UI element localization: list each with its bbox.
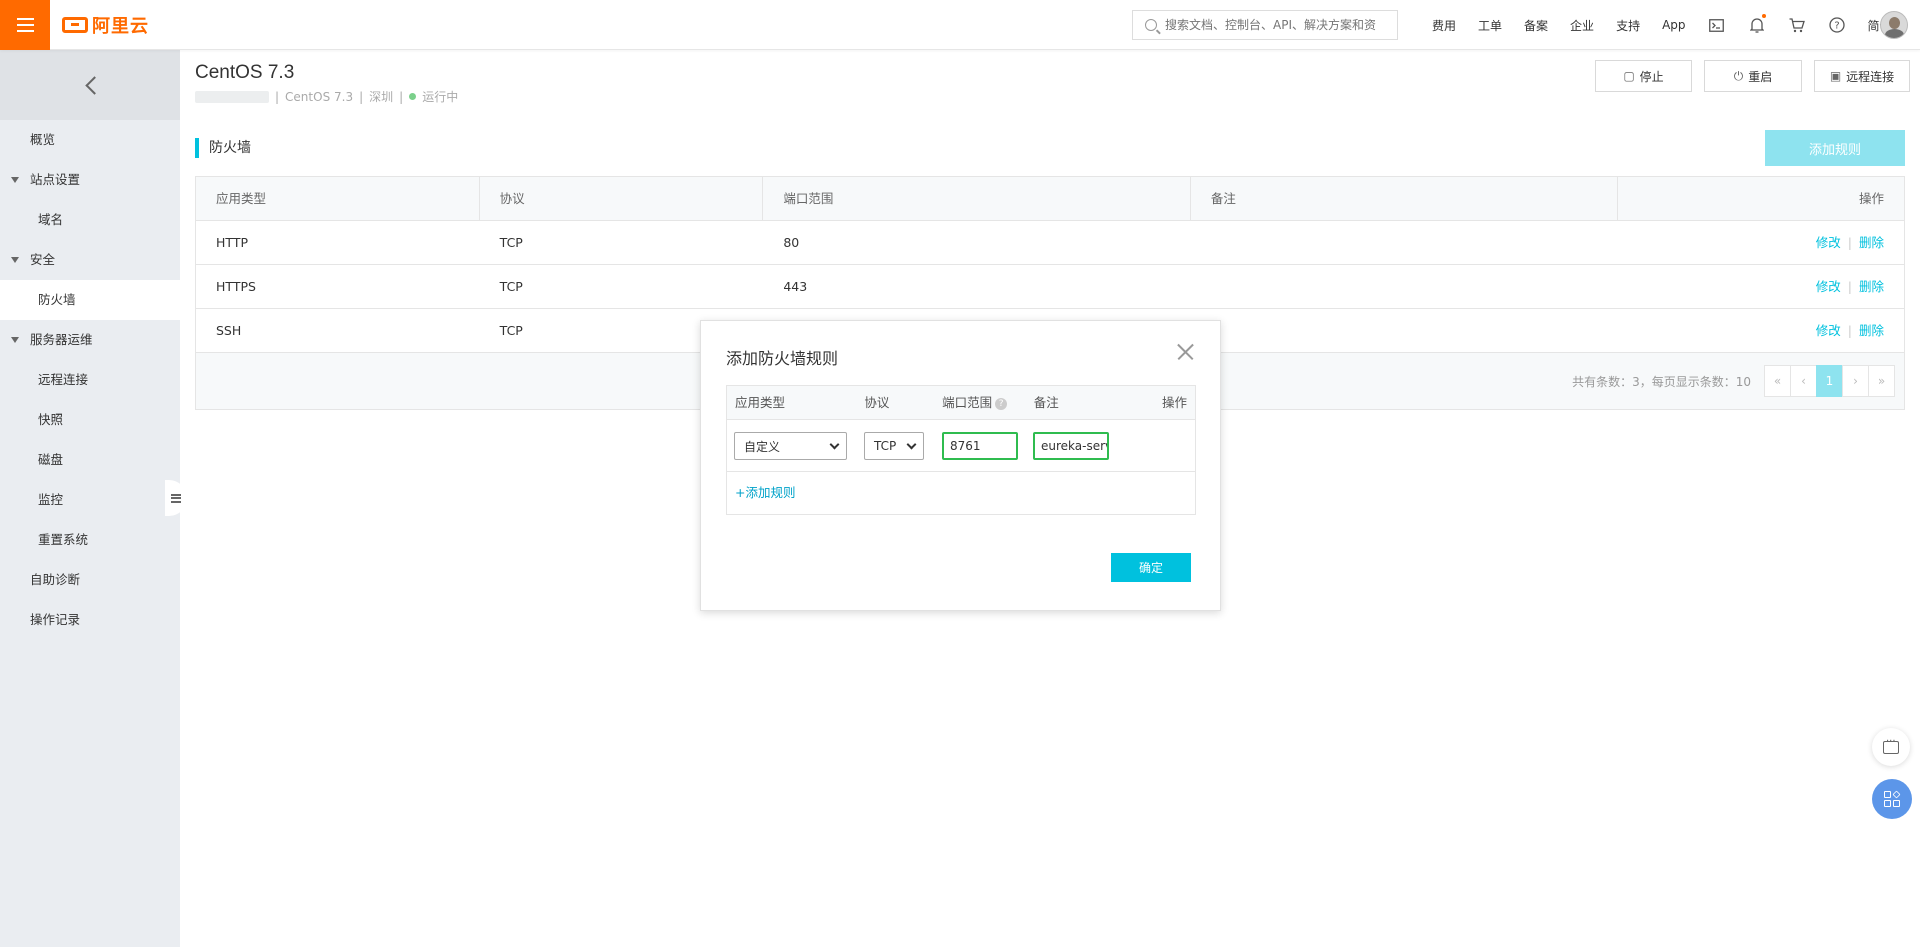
chevron-down-icon: [829, 439, 840, 450]
restart-button[interactable]: ⏻ 重启: [1704, 60, 1802, 92]
nav-support[interactable]: 支持: [1616, 17, 1640, 34]
aliyun-logo-icon: [62, 17, 88, 33]
stop-button[interactable]: ▢ 停止: [1595, 60, 1692, 92]
user-avatar[interactable]: [1880, 11, 1908, 39]
monitor-icon: ▣: [1829, 69, 1842, 83]
nav-filing[interactable]: 备案: [1524, 17, 1548, 34]
note-input[interactable]: eureka-serv: [1033, 432, 1109, 460]
instance-status: 运行中: [422, 90, 459, 104]
sidebar-group-security[interactable]: 安全: [0, 240, 180, 280]
page-1-button[interactable]: 1: [1816, 365, 1843, 397]
terminal-icon[interactable]: [1708, 16, 1726, 34]
prev-page-button[interactable]: ‹: [1790, 365, 1817, 397]
chevron-down-icon: [906, 439, 917, 450]
apps-grid-icon: [1884, 790, 1901, 807]
feedback-chat-button[interactable]: [1872, 728, 1910, 766]
hamburger-menu-button[interactable]: [0, 0, 50, 50]
table-row: HTTP TCP 80 修改 | 删除: [196, 221, 1904, 265]
delete-link[interactable]: 删除: [1859, 279, 1884, 294]
top-bar: 阿里云 费用 工单 备案 企业 支持 App ? 简体: [0, 0, 1920, 50]
col-note: 备注: [1191, 177, 1619, 220]
sidebar-item-reset-system[interactable]: 重置系统: [0, 520, 180, 560]
table-row: HTTPS TCP 443 修改 | 删除: [196, 265, 1904, 309]
bell-icon[interactable]: [1748, 14, 1766, 34]
app-type-select[interactable]: 自定义: [734, 432, 847, 460]
cart-icon[interactable]: [1788, 16, 1806, 34]
global-search[interactable]: [1132, 10, 1398, 40]
caret-down-icon: [11, 337, 19, 343]
help-icon[interactable]: ?: [995, 398, 1008, 410]
caret-down-icon: [11, 257, 19, 263]
notification-dot: [1761, 14, 1766, 18]
sidebar-item-self-diagnosis[interactable]: 自助诊断: [0, 560, 180, 600]
sidebar-item-remote-connect[interactable]: 远程连接: [0, 360, 180, 400]
remote-connect-button[interactable]: ▣ 远程连接: [1814, 60, 1910, 92]
col-actions: 操作: [1858, 191, 1884, 206]
search-icon: [1145, 19, 1157, 31]
logo-text: 阿里云: [92, 16, 149, 37]
sidebar-item-overview[interactable]: 概览: [0, 120, 180, 160]
sidebar-item-disk[interactable]: 磁盘: [0, 440, 180, 480]
caret-down-icon: [11, 177, 19, 183]
first-page-button[interactable]: «: [1764, 365, 1791, 397]
back-button[interactable]: [0, 50, 180, 120]
instance-ip-redacted: [195, 90, 269, 103]
add-rule-button[interactable]: 添加规则: [1765, 130, 1905, 166]
pagination-info: 共有条数：3，每页显示条数：10: [1572, 374, 1751, 389]
rule-form-header: 应用类型 协议 端口范围? 备注 操作: [727, 386, 1195, 420]
next-page-button[interactable]: ›: [1842, 365, 1869, 397]
sidebar-group-site-settings[interactable]: 站点设置: [0, 160, 180, 200]
nav-tickets[interactable]: 工单: [1478, 17, 1502, 34]
add-firewall-rule-dialog: 添加防火墙规则 应用类型 协议 端口范围? 备注 操作 自定义 TCP 8761…: [700, 320, 1221, 611]
help-icon[interactable]: ?: [1828, 16, 1846, 34]
edit-link[interactable]: 修改: [1816, 323, 1841, 338]
stop-icon: ▢: [1623, 69, 1635, 83]
confirm-button[interactable]: 确定: [1111, 553, 1191, 582]
close-icon[interactable]: [1177, 343, 1194, 360]
instance-region: 深圳: [369, 90, 394, 104]
delete-link[interactable]: 删除: [1859, 235, 1884, 250]
top-nav: 费用 工单 备案 企业 支持 App ? 简体: [1432, 0, 1914, 50]
sidebar-item-operation-log[interactable]: 操作记录: [0, 600, 180, 640]
rule-form-table: 应用类型 协议 端口范围? 备注 操作 自定义 TCP 8761 eureka-…: [726, 385, 1196, 515]
edit-link[interactable]: 修改: [1816, 279, 1841, 294]
instance-os: CentOS 7.3: [285, 89, 354, 104]
nav-enterprise[interactable]: 企业: [1570, 17, 1594, 34]
sidebar-group-server-ops[interactable]: 服务器运维: [0, 320, 180, 360]
aliyun-logo[interactable]: 阿里云: [62, 12, 149, 38]
nav-app[interactable]: App: [1662, 18, 1685, 32]
delete-link[interactable]: 删除: [1859, 323, 1884, 338]
sidebar-item-snapshot[interactable]: 快照: [0, 400, 180, 440]
edit-link[interactable]: 修改: [1816, 235, 1841, 250]
instance-title: CentOS 7.3: [195, 62, 295, 83]
instance-meta: | CentOS 7.3 | 深圳 | 运行中: [195, 88, 458, 105]
col-app-type: 应用类型: [196, 177, 480, 220]
sidebar-item-monitor[interactable]: 监控: [0, 480, 180, 520]
nav-fees[interactable]: 费用: [1432, 17, 1456, 34]
sidebar: 概览 站点设置 域名 安全 防火墙 服务器运维 远程连接 快照 磁盘 监控 重置…: [0, 50, 180, 947]
rule-form-row: 自定义 TCP 8761 eureka-serv: [727, 420, 1195, 472]
port-range-input[interactable]: 8761: [942, 432, 1018, 460]
section-title-firewall: 防火墙: [195, 138, 251, 158]
sidebar-item-domain[interactable]: 域名: [0, 200, 180, 240]
power-icon: ⏻: [1733, 68, 1744, 83]
chat-icon: [1883, 736, 1899, 754]
col-protocol: 协议: [480, 177, 764, 220]
table-header: 应用类型 协议 端口范围 备注 操作: [196, 177, 1904, 221]
add-rule-link[interactable]: +添加规则: [727, 472, 1195, 514]
quick-apps-button[interactable]: [1872, 779, 1912, 819]
dialog-title: 添加防火墙规则: [726, 349, 839, 368]
svg-text:?: ?: [1834, 21, 1839, 32]
col-port-range: 端口范围: [763, 177, 1191, 220]
menu-icon: [16, 18, 34, 20]
search-input[interactable]: [1165, 18, 1385, 32]
status-dot: [409, 93, 417, 100]
collapse-icon: [171, 493, 181, 503]
chevron-left-icon: [84, 75, 104, 95]
protocol-select[interactable]: TCP: [864, 432, 924, 460]
last-page-button[interactable]: »: [1868, 365, 1895, 397]
sidebar-item-firewall[interactable]: 防火墙: [0, 280, 180, 320]
